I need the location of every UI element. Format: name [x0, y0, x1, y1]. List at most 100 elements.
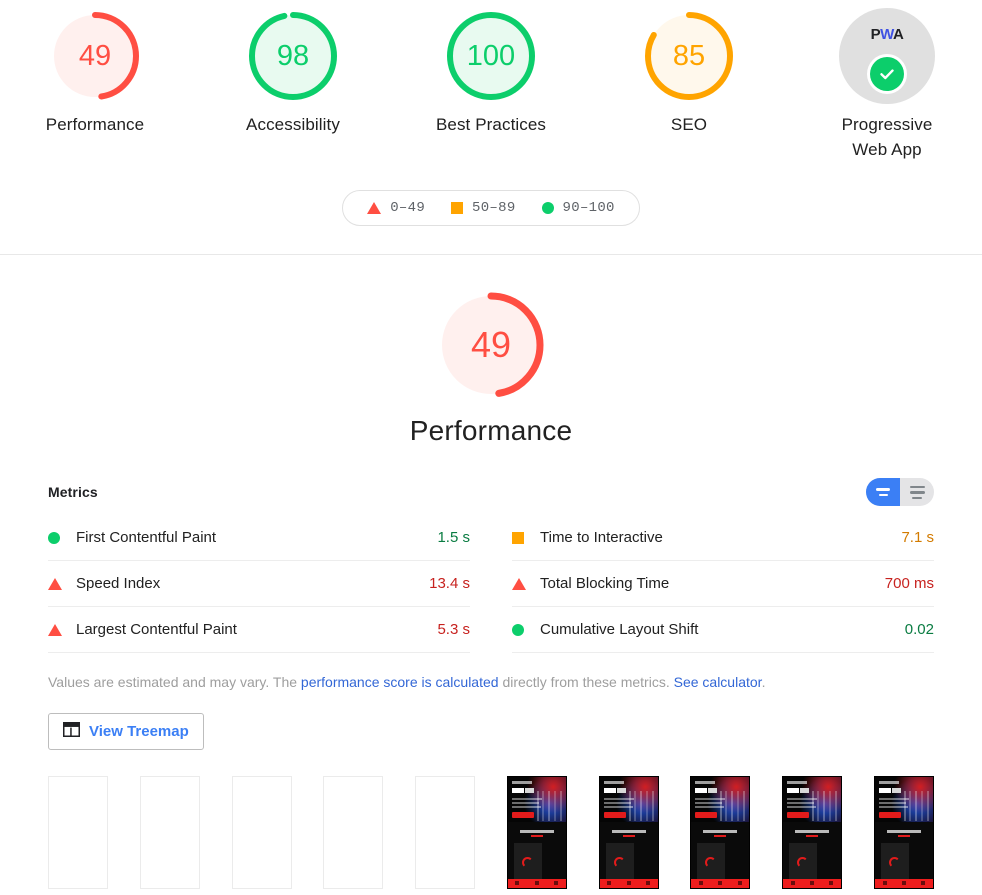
- trending-subtitle-bar: [622, 834, 635, 837]
- metric-row[interactable]: Speed Index 13.4 s: [48, 561, 470, 608]
- metric-name: Cumulative Layout Shift: [540, 621, 699, 639]
- pwa-wordmark: PWA: [870, 26, 904, 43]
- score-legend-row: 0–49 50–89 90–100: [0, 190, 982, 227]
- score-legend: 0–49 50–89 90–100: [342, 190, 640, 227]
- score-gauge-seo[interactable]: 85 SEO: [615, 8, 763, 138]
- score-gauges-row: 49 Performance 98 Accessibility 100 Best Prac…: [0, 8, 982, 162]
- disclaimer-text-3: .: [761, 674, 766, 691]
- site-title: [511, 780, 532, 784]
- gauge-ring: 100: [443, 8, 539, 104]
- nav-menu-icon: [921, 881, 926, 886]
- metrics-title: Metrics: [48, 484, 98, 501]
- gauge-label: Accessibility: [246, 115, 340, 134]
- hero-text-line: [511, 797, 542, 800]
- score-gauge-accessibility[interactable]: 98 Accessibility: [219, 8, 367, 138]
- performance-score-calculated-link[interactable]: performance score is calculated: [301, 674, 499, 690]
- nav-home-icon: [607, 881, 612, 886]
- trending-title-bar: [795, 829, 830, 833]
- nav-pill-secondary: [891, 787, 901, 793]
- trending-title-bar: [886, 829, 921, 833]
- loading-spinner-icon: [613, 856, 625, 868]
- site-title: [878, 780, 899, 784]
- view-treemap-button[interactable]: View Treemap: [48, 712, 204, 750]
- nav-search-icon: [718, 881, 723, 886]
- triangle-icon: [48, 577, 62, 590]
- hero-text-line: [511, 801, 539, 804]
- trending-title-bar: [703, 829, 738, 833]
- gauge-score-value: 100: [466, 39, 516, 72]
- gauge-label: SEO: [670, 115, 708, 134]
- nav-menu-icon: [737, 881, 742, 886]
- trending-heading: [600, 829, 658, 837]
- cta-button: [878, 811, 901, 818]
- hero-text-line: [603, 805, 633, 808]
- gauge-label: Best Practices: [435, 115, 547, 134]
- metric-status-icon: [48, 623, 76, 636]
- loading-spinner-icon: [888, 856, 900, 868]
- circle-icon: [512, 623, 524, 636]
- bottom-nav-bar: [599, 878, 658, 888]
- metrics-disclaimer: Values are estimated and may vary. The p…: [48, 673, 934, 693]
- hero-text-line: [695, 797, 726, 800]
- hero-text-line: [695, 805, 725, 808]
- circle-icon: [48, 531, 60, 544]
- nav-pill-primary: [878, 787, 891, 793]
- treemap-icon: [63, 721, 80, 741]
- nav-search-icon: [901, 881, 906, 886]
- site-title: [787, 780, 808, 784]
- filmstrip-frame: [48, 775, 108, 889]
- site-title: [603, 780, 624, 784]
- performance-score-value: 49: [470, 324, 512, 366]
- metric-row[interactable]: First Contentful Paint 1.5 s: [48, 515, 470, 562]
- performance-gauge[interactable]: 49: [435, 289, 547, 401]
- metric-row[interactable]: Largest Contentful Paint 5.3 s: [48, 607, 470, 654]
- hero-text-line: [511, 805, 541, 808]
- metric-row[interactable]: Total Blocking Time 700 ms: [512, 561, 934, 608]
- filmstrip-frame: [873, 775, 934, 889]
- score-gauge-best-practices[interactable]: 100 Best Practices: [417, 8, 565, 138]
- nav-search-icon: [534, 881, 539, 886]
- metrics-view-toggle[interactable]: [866, 478, 934, 507]
- trending-heading: [875, 829, 933, 837]
- score-gauge-progressive-web-app[interactable]: PWA Progressive Web App: [813, 8, 961, 162]
- trending-heading: [508, 829, 566, 837]
- metric-row[interactable]: Time to Interactive 7.1 s: [512, 515, 934, 562]
- see-calculator-link[interactable]: See calculator: [674, 674, 762, 690]
- collapsed-view-button[interactable]: [900, 478, 934, 506]
- metric-value: 1.5 s: [437, 529, 470, 547]
- hero-text-line: [878, 797, 909, 800]
- nav-menu-icon: [645, 881, 650, 886]
- legend-range: 50–89: [472, 200, 516, 217]
- metric-status-icon: [512, 623, 540, 636]
- filmstrip-frame: [231, 775, 292, 889]
- gauge-ring: 49: [47, 8, 143, 104]
- page-screenshot-thumbnail: [691, 776, 750, 888]
- cta-button: [787, 811, 810, 818]
- collapsed-view-icon-bar-1: [909, 485, 925, 489]
- nav-pill-secondary: [524, 787, 534, 793]
- expanded-view-icon-bar-2: [878, 493, 888, 497]
- nav-home-icon: [699, 881, 704, 886]
- score-gauge-performance[interactable]: 49 Performance: [21, 8, 169, 138]
- bottom-nav-bar: [691, 878, 750, 888]
- collapsed-view-icon-bar-2: [909, 491, 925, 494]
- metrics-list: First Contentful Paint 1.5 s Time to Inter…: [48, 515, 934, 654]
- bottom-nav-bar: [783, 878, 842, 888]
- filmstrip-frame: [782, 775, 843, 889]
- nav-pill-secondary: [708, 787, 718, 793]
- nav-menu-icon: [829, 881, 834, 886]
- view-treemap-label: View Treemap: [89, 722, 189, 740]
- hero-text-line: [695, 801, 723, 804]
- performance-category-header: 49 Performance: [0, 255, 982, 447]
- filmstrip-frame: [598, 775, 659, 889]
- metric-row[interactable]: Cumulative Layout Shift 0.02: [512, 607, 934, 654]
- metric-status-icon: [48, 577, 76, 590]
- expanded-view-button[interactable]: [866, 478, 900, 507]
- hero-text-line: [603, 801, 631, 804]
- nav-pill-primary: [787, 787, 800, 793]
- filmstrip-frame: [139, 775, 200, 889]
- gauge-ring: 98: [245, 8, 341, 104]
- page-screenshot-thumbnail: [507, 776, 566, 888]
- loading-spinner-icon: [797, 856, 809, 868]
- metric-name: Total Blocking Time: [540, 575, 670, 593]
